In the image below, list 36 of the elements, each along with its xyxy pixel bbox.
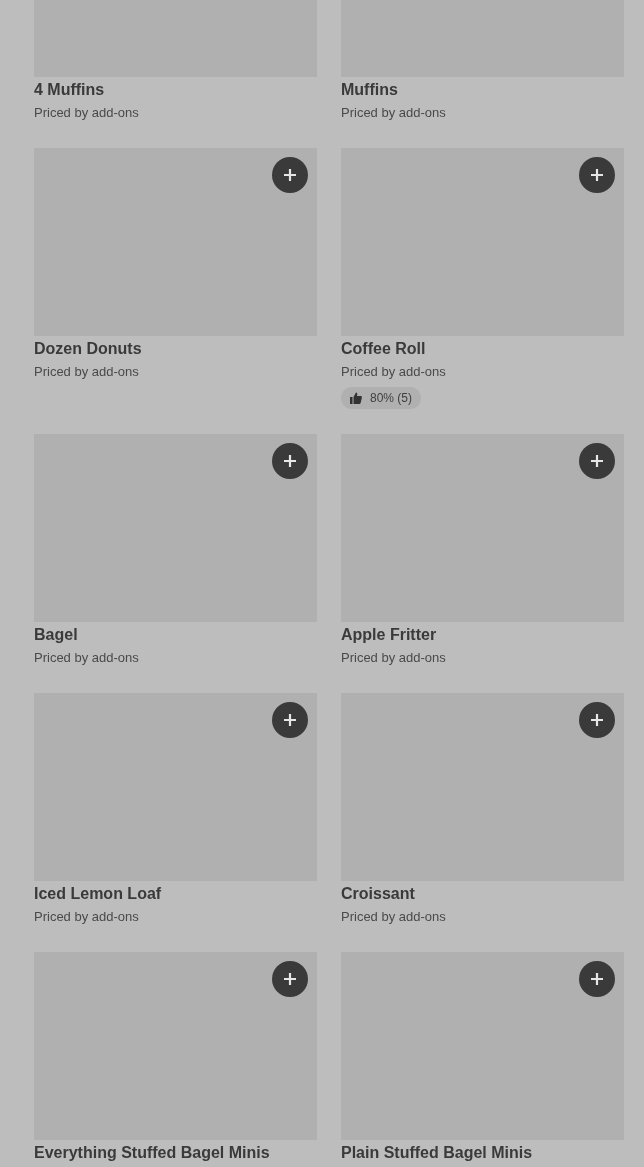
product-name[interactable]: Dozen Donuts bbox=[34, 339, 142, 359]
plus-icon bbox=[590, 972, 604, 986]
product-price: Priced by add-ons bbox=[34, 908, 139, 926]
product-name[interactable]: Bagel bbox=[34, 625, 78, 645]
add-button[interactable] bbox=[272, 157, 308, 193]
add-button[interactable] bbox=[579, 443, 615, 479]
plus-icon bbox=[283, 972, 297, 986]
add-button[interactable] bbox=[272, 702, 308, 738]
product-name[interactable]: 4 Muffins bbox=[34, 80, 105, 100]
product-name[interactable]: Croissant bbox=[341, 884, 415, 904]
add-button[interactable] bbox=[272, 443, 308, 479]
add-button[interactable] bbox=[579, 702, 615, 738]
product-name[interactable]: Plain Stuffed Bagel Minis bbox=[341, 1143, 533, 1163]
rating-text: 80% (5) bbox=[370, 391, 413, 405]
product-price: Priced by add-ons bbox=[34, 104, 139, 122]
plus-icon bbox=[283, 713, 297, 727]
product-name[interactable]: Muffins bbox=[341, 80, 398, 100]
product-price: Priced by add-ons bbox=[341, 908, 446, 926]
add-button[interactable] bbox=[272, 961, 308, 997]
product-price: Priced by add-ons bbox=[341, 363, 446, 381]
plus-icon bbox=[283, 454, 297, 468]
product-price: Priced by add-ons bbox=[341, 649, 446, 667]
product-price: Priced by add-ons bbox=[34, 649, 139, 667]
plus-icon bbox=[590, 454, 604, 468]
plus-icon bbox=[590, 168, 604, 182]
plus-icon bbox=[283, 168, 297, 182]
product-name[interactable]: Everything Stuffed Bagel Minis bbox=[34, 1143, 270, 1163]
product-name[interactable]: Apple Fritter bbox=[341, 625, 437, 645]
plus-icon bbox=[590, 713, 604, 727]
product-name[interactable]: Coffee Roll bbox=[341, 339, 426, 359]
add-button[interactable] bbox=[579, 157, 615, 193]
product-price: Priced by add-ons bbox=[341, 104, 446, 122]
add-button[interactable] bbox=[579, 961, 615, 997]
product-name[interactable]: Iced Lemon Loaf bbox=[34, 884, 162, 904]
product-price: Priced by add-ons bbox=[34, 363, 139, 381]
thumbs-up-icon bbox=[350, 392, 362, 404]
